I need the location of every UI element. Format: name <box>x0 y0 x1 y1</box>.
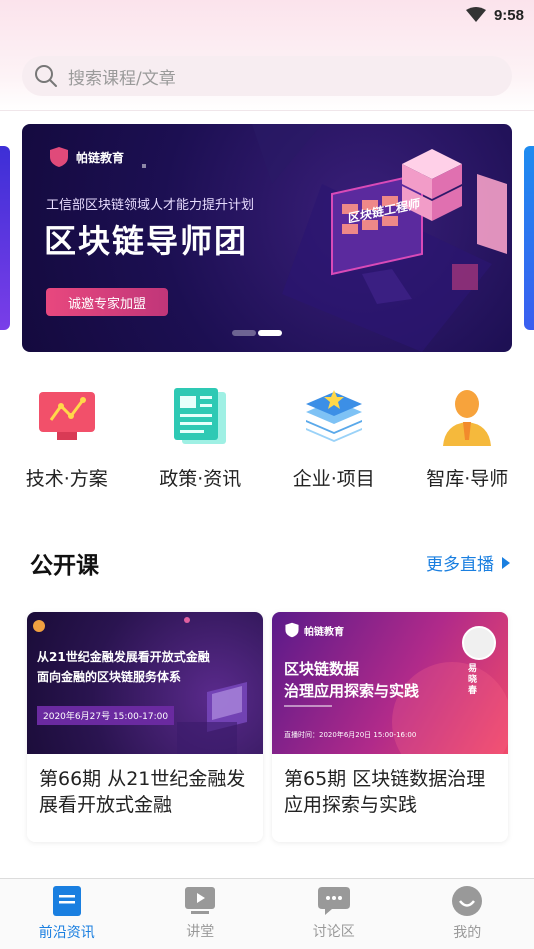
profile-icon <box>452 886 483 916</box>
chevron-right-icon <box>502 556 510 569</box>
thumb-date: 2020年6月27号 15:00-17:00 <box>37 706 175 725</box>
quick-label: 技术·方案 <box>25 468 108 490</box>
wifi-icon <box>465 7 486 22</box>
banner-next-peek[interactable] <box>524 146 534 330</box>
quick-item-enterprise[interactable]: 企业·项目 <box>267 384 401 494</box>
quick-menu: 技术·方案 政策·资讯 企业·项目 智库·导师 <box>0 384 534 494</box>
tab-label: 讨论区 <box>312 924 355 940</box>
quick-label: 智库·导师 <box>426 468 509 490</box>
banner-title: 区块链导师团 <box>44 222 249 260</box>
carousel-indicator <box>232 330 282 336</box>
thumb-title-line2: 面向金融的区块链服务体系 <box>37 670 182 684</box>
search-input[interactable]: 搜索课程/文章 <box>22 56 512 96</box>
banner-carousel[interactable]: 帕链教育 工信部区块链领域人才能力提升计划 区块链导师团 诚邀专家加盟 区块链工… <box>22 124 512 352</box>
news-icon <box>52 886 81 916</box>
banner-subtitle: 工信部区块链领域人才能力提升计划 <box>46 198 255 213</box>
tab-discussion[interactable]: 讨论区 <box>267 879 401 949</box>
thumb-title-line1: 从21世纪金融发展看开放式金融 <box>37 650 210 664</box>
carousel-dot-active <box>258 330 282 336</box>
course-thumbnail: 从21世纪金融发展看开放式金融 面向金融的区块链服务体系 2020年6月27号 … <box>27 612 263 754</box>
thumb-title-line1: 区块链数据 <box>284 660 360 678</box>
shield-logo-icon <box>50 147 68 167</box>
header-divider <box>0 110 534 111</box>
status-bar: 9:58 <box>0 0 534 30</box>
quick-item-mentor[interactable]: 智库·导师 <box>401 384 534 494</box>
search-icon <box>35 65 57 87</box>
speaker-avatar <box>462 626 496 660</box>
layers-star-icon <box>305 390 362 442</box>
tab-label: 讲堂 <box>186 924 215 940</box>
quick-item-tech[interactable]: 技术·方案 <box>0 384 134 494</box>
thumb-logo: 帕链教育 <box>284 622 344 638</box>
search-placeholder: 搜索课程/文章 <box>68 68 176 89</box>
tab-lecture[interactable]: 讲堂 <box>134 879 268 949</box>
tab-label: 前沿资讯 <box>38 925 95 941</box>
join-button[interactable]: 诚邀专家加盟 <box>46 288 168 316</box>
course-thumbnail: 帕链教育 区块链数据 治理应用探索与实践 直播时间：2020年6月20日 15:… <box>272 612 508 754</box>
tab-label: 我的 <box>453 925 482 941</box>
thumb-title-line2: 治理应用探索与实践 <box>284 682 420 700</box>
more-live-label: 更多直播 <box>426 555 494 575</box>
quick-item-policy[interactable]: 政策·资讯 <box>134 384 268 494</box>
quick-label: 政策·资讯 <box>159 468 242 490</box>
video-icon <box>185 887 216 914</box>
status-time: 9:58 <box>493 6 524 24</box>
course-card[interactable]: 帕链教育 区块链数据 治理应用探索与实践 直播时间：2020年6月20日 15:… <box>272 612 508 842</box>
course-card[interactable]: 从21世纪金融发展看开放式金融 面向金融的区块链服务体系 2020年6月27号 … <box>27 612 263 842</box>
speaker-name: 易晓春 <box>468 664 478 696</box>
thumb-date: 直播时间：2020年6月20日 15:00-16:00 <box>284 731 417 739</box>
more-live-link[interactable]: 更多直播 <box>426 550 510 575</box>
course-title: 第66期 从21世纪金融发展看开放式金融 <box>39 768 246 816</box>
chat-icon <box>317 887 350 915</box>
section-title: 公开课 <box>30 553 99 579</box>
quick-label: 企业·项目 <box>292 468 375 490</box>
course-title: 第65期 区块链数据治理应用探索与实践 <box>284 768 486 816</box>
banner-logo: 帕链教育 <box>48 146 124 168</box>
mentor-icon <box>443 390 492 446</box>
bottom-tab-bar: 前沿资讯 讲堂 讨论区 我的 <box>0 878 534 949</box>
carousel-dot <box>232 330 256 336</box>
document-icon <box>174 388 227 444</box>
banner-prev-peek[interactable] <box>0 146 10 330</box>
chart-monitor-icon <box>38 392 95 440</box>
shield-logo-icon <box>285 622 299 638</box>
tab-news[interactable]: 前沿资讯 <box>0 879 134 949</box>
tab-profile[interactable]: 我的 <box>401 879 534 949</box>
